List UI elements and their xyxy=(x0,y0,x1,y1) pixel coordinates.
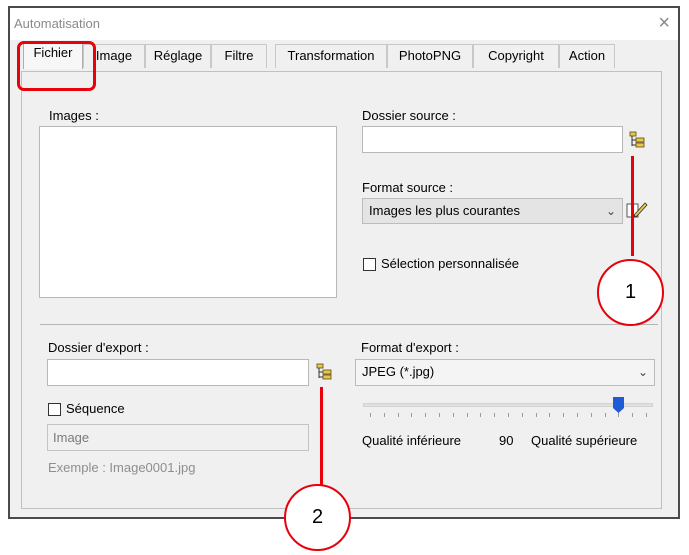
slider-tick xyxy=(563,413,565,417)
tab-photopng[interactable]: PhotoPNG xyxy=(387,44,473,68)
sequence-checkbox[interactable] xyxy=(48,403,61,416)
slider-tick xyxy=(494,413,496,417)
pencil-edit-icon[interactable] xyxy=(626,200,648,220)
slider-tick xyxy=(535,413,537,417)
export-folder-label: Dossier d'export : xyxy=(48,340,149,355)
slider-tick xyxy=(480,413,482,417)
window-title: Automatisation xyxy=(14,16,100,31)
source-format-value: Images les plus courantes xyxy=(369,203,521,218)
title-bar: Automatisation × xyxy=(10,8,678,40)
section-divider xyxy=(40,324,658,325)
source-folder-label: Dossier source : xyxy=(362,108,456,123)
quality-value: 90 xyxy=(499,433,514,448)
callout-1-pointer xyxy=(631,156,634,256)
sequence-name-field[interactable]: Image xyxy=(47,424,309,451)
chevron-down-icon: ⌄ xyxy=(605,204,616,218)
tab-filtre[interactable]: Filtre xyxy=(211,44,267,68)
slider-tick xyxy=(466,413,468,417)
slider-tick xyxy=(632,413,634,417)
slider-tick xyxy=(618,413,620,417)
export-format-label: Format d'export : xyxy=(361,340,459,355)
folder-tree-icon[interactable] xyxy=(628,131,646,149)
tab-reglage[interactable]: Réglage xyxy=(145,44,211,68)
slider-tick xyxy=(646,413,647,417)
slider-tick xyxy=(604,413,606,417)
slider-tick xyxy=(452,413,454,417)
slider-tick xyxy=(549,413,551,417)
source-format-label: Format source : xyxy=(362,180,454,195)
images-listbox[interactable] xyxy=(39,126,337,298)
export-format-value: JPEG (*.jpg) xyxy=(362,364,435,379)
slider-tick xyxy=(370,413,371,417)
fichier-tab-highlight xyxy=(17,41,96,91)
source-format-select[interactable]: Images les plus courantes ⌄ xyxy=(362,198,623,224)
quality-slider-ticks xyxy=(370,413,647,419)
slider-tick xyxy=(508,413,509,417)
slider-tick xyxy=(439,413,440,417)
quality-high-label: Qualité supérieure xyxy=(531,433,638,448)
export-folder-field[interactable] xyxy=(47,359,309,386)
close-icon[interactable]: × xyxy=(658,11,670,35)
images-label: Images : xyxy=(49,108,99,123)
quality-slider-thumb[interactable] xyxy=(612,397,624,413)
callout-1: 1 xyxy=(597,259,664,326)
slider-tick xyxy=(425,413,427,417)
slider-tick xyxy=(411,413,413,417)
example-text: Exemple : Image0001.jpg xyxy=(48,460,196,475)
slider-tick xyxy=(521,413,523,417)
quality-low-label: Qualité inférieure xyxy=(362,433,461,448)
slider-tick xyxy=(383,413,385,417)
source-folder-field[interactable] xyxy=(362,126,623,153)
chevron-down-icon: ⌄ xyxy=(637,365,648,379)
sequence-label: Séquence xyxy=(66,401,125,416)
quality-slider-track[interactable] xyxy=(363,403,653,407)
slider-tick xyxy=(577,413,578,417)
folder-tree-icon[interactable] xyxy=(315,363,333,381)
callout-2: 2 xyxy=(284,484,351,551)
tab-transformation[interactable]: Transformation xyxy=(275,44,387,68)
tab-action[interactable]: Action xyxy=(559,44,615,68)
slider-tick xyxy=(590,413,592,417)
tab-copyright[interactable]: Copyright xyxy=(473,44,559,68)
custom-selection-checkbox[interactable] xyxy=(363,258,376,271)
export-format-select[interactable]: JPEG (*.jpg) ⌄ xyxy=(355,359,655,386)
slider-tick xyxy=(397,413,399,417)
callout-2-pointer xyxy=(320,387,323,485)
custom-selection-label: Sélection personnalisée xyxy=(381,256,520,271)
